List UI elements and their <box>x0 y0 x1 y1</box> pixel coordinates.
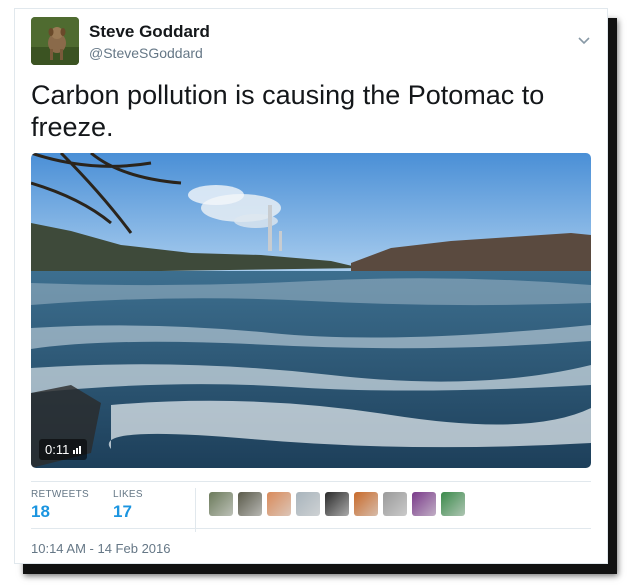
liker-avatar-5-icon[interactable] <box>325 492 349 516</box>
author-name[interactable]: Steve Goddard <box>89 22 210 42</box>
dog-avatar-icon <box>31 17 79 65</box>
likes-label: LIKES <box>113 489 143 500</box>
stats-divider <box>195 488 196 532</box>
liker-avatars <box>209 492 465 516</box>
liker-avatar-9-icon[interactable] <box>441 492 465 516</box>
liker-avatar-1-icon[interactable] <box>209 492 233 516</box>
video-thumbnail <box>31 153 591 468</box>
likes-count: 17 <box>113 502 132 521</box>
liker-avatar-4-icon[interactable] <box>296 492 320 516</box>
video-duration-badge: 0:11 <box>39 439 88 460</box>
liker-avatar-3-icon[interactable] <box>267 492 291 516</box>
video-player[interactable]: 0:11 <box>31 153 591 468</box>
tweet-text: Carbon pollution is causing the Potomac … <box>31 80 545 142</box>
author-avatar[interactable] <box>31 17 79 65</box>
chevron-down-icon[interactable] <box>577 33 591 47</box>
tweet-stats: RETWEETS 18 LIKES 17 <box>31 481 591 532</box>
liker-avatar-2-icon[interactable] <box>238 492 262 516</box>
volume-bars-icon <box>73 445 82 454</box>
liker-avatar-7-icon[interactable] <box>383 492 407 516</box>
retweets-label: RETWEETS <box>31 489 89 500</box>
likes-stat[interactable]: LIKES 17 <box>113 489 143 522</box>
author-handle[interactable]: @SteveSGoddard <box>89 45 203 61</box>
retweets-count: 18 <box>31 502 50 521</box>
video-duration: 0:11 <box>45 442 70 457</box>
retweets-stat[interactable]: RETWEETS 18 <box>31 489 89 522</box>
tweet-card: Steve Goddard @SteveSGoddard Carbon poll… <box>14 8 608 564</box>
tweet-timestamp[interactable]: 10:14 AM - 14 Feb 2016 <box>31 541 170 556</box>
liker-avatar-6-icon[interactable] <box>354 492 378 516</box>
liker-avatar-8-icon[interactable] <box>412 492 436 516</box>
